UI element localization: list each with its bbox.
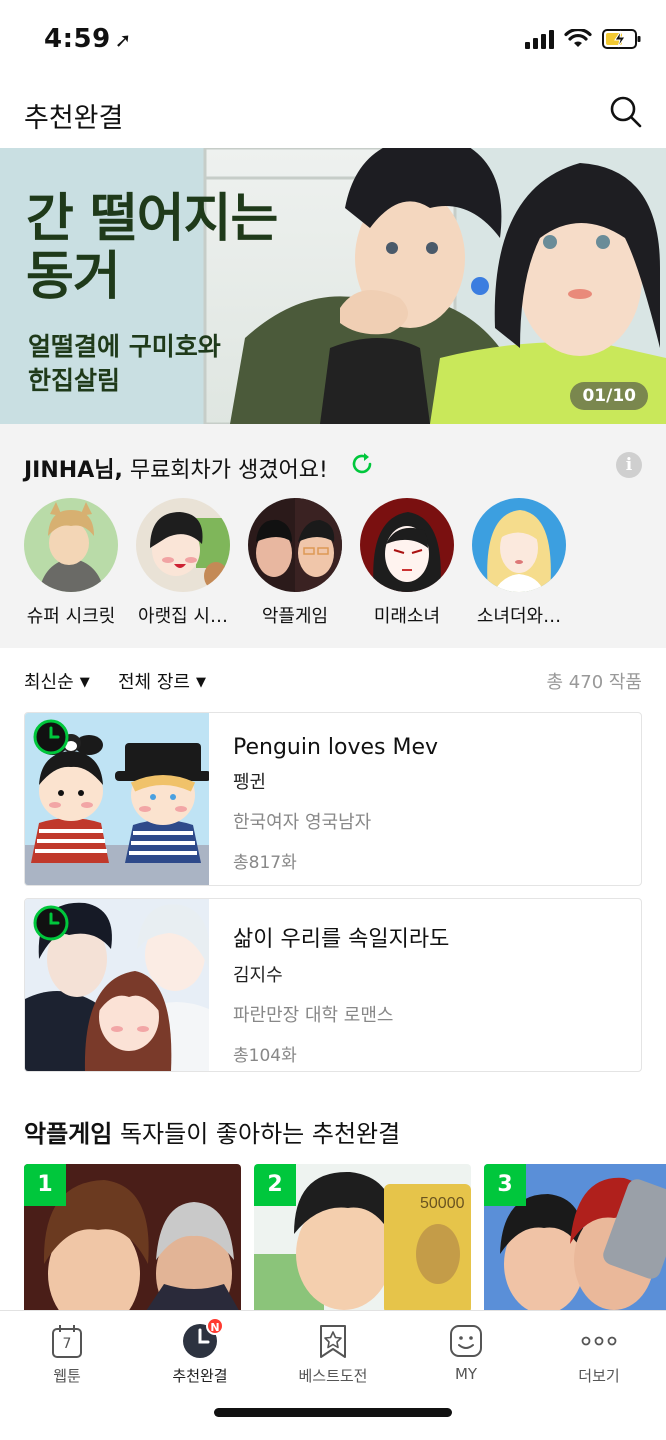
free-episodes-message: 무료회차가 생겼어요! [129,458,328,483]
recommendation-list: 1 50000 2 3 [0,1164,666,1314]
bookmark-star-icon [313,1321,353,1361]
refresh-icon [352,453,372,474]
nav-label: 더보기 [578,1367,620,1385]
recommendation-item[interactable]: 3 [484,1164,666,1314]
free-item-thumbnail [360,498,454,592]
free-item-thumbnail [136,498,230,592]
nav-item-my[interactable]: MY [411,1321,521,1383]
list-item-description: 파란만장 대학 로맨스 [233,1005,394,1026]
free-item-label: 미래소녀 [373,606,441,627]
nav-label: 베스트도전 [298,1367,368,1385]
nav-item-more[interactable]: 더보기 [544,1321,654,1386]
free-item-future-girl[interactable]: 미래소녀 [351,498,463,628]
user-name: JINHA님, [24,458,123,483]
banner-page-counter: 01/10 [570,382,648,410]
list-item-info: 삶이 우리를 속일지라도 김지수 파란만장 대학 로맨스 총104화 [233,921,449,1066]
sort-label: 최신순 [24,672,74,693]
banner-title-line1: 간 떨어지는 [26,189,278,249]
list-item[interactable]: 삶이 우리를 속일지라도 김지수 파란만장 대학 로맨스 총104화 [24,898,642,1072]
refresh-button[interactable] [350,452,374,480]
list-item-title: Penguin loves Mev [233,735,439,760]
recommendation-title-rest: 독자들이 좋아하는 추천완결 [119,1120,401,1148]
home-indicator[interactable] [214,1408,452,1417]
recommendation-item[interactable]: 1 [24,1164,241,1314]
free-item-super-secret[interactable]: 슈퍼 시크릿 [15,498,127,628]
free-item-label: 소녀더와… [476,606,562,627]
status-time: 4:59 ➚ [44,24,132,54]
list-item-thumbnail [25,713,209,885]
nav-item-completed[interactable]: N 추천완결 [145,1317,255,1386]
battery-charging-icon [602,28,642,50]
nav-label: 웹툰 [53,1367,81,1385]
calendar-icon: 7 [47,1321,87,1361]
free-item-label: 아랫집 시… [138,606,228,627]
list-item-episode-count: 총104화 [233,1046,297,1066]
banner-subtitle-line2: 한집살림 [28,366,121,395]
free-item-sonyeo-the-wa[interactable]: 소녀더와… [463,498,575,628]
search-icon [610,96,642,128]
rank-badge: 3 [484,1164,526,1206]
cellular-signal-icon [525,29,554,49]
location-arrow-icon: ➚ [114,28,132,52]
free-item-thumbnail [24,498,118,592]
banner-title-line2: 동거 [26,247,121,307]
app-header: 추천완결 [0,80,666,148]
banner-title: 간 떨어지는 동거 [26,189,278,307]
wifi-icon [564,29,592,49]
free-episodes-title: JINHA님, 무료회차가 생겼어요! [24,452,328,484]
nav-item-best-challenge[interactable]: 베스트도전 [278,1321,388,1386]
recommendation-highlight: 악플게임 [24,1120,113,1148]
rank-badge: 2 [254,1164,296,1206]
new-badge: N [206,1317,224,1335]
info-button[interactable]: i [616,452,642,478]
smiley-icon [446,1321,486,1361]
featured-banner[interactable]: 간 떨어지는 동거 얼떨결에 구미호와 한집살림 01/10 [0,148,666,424]
list-item[interactable]: Penguin loves Mev 펭귄 한국여자 영국남자 총817화 [24,712,642,886]
list-item-title: 삶이 우리를 속일지라도 [233,927,450,952]
info-icon: i [625,455,633,475]
calendar-icon-day: 7 [62,1336,72,1352]
status-bar: 4:59 ➚ [0,0,666,80]
status-icons [525,28,642,50]
nav-label: MY [454,1365,478,1383]
list-item-thumbnail [25,899,209,1071]
list-item-author: 김지수 [233,965,283,986]
free-item-downstairs[interactable]: 아랫집 시… [127,498,239,628]
filter-row: 최신순 ▼ 전체 장르 ▼ 총 470 작품 [0,664,666,698]
list-item-author: 펭귄 [233,772,267,793]
free-item-label: 슈퍼 시크릿 [26,606,116,627]
banner-subtitle-line1: 얼떨결에 구미호와 [28,332,221,361]
free-item-thumbnail [472,498,566,592]
total-count: 총 470 작품 [546,672,642,693]
caret-down-icon: ▼ [195,675,206,690]
list-item-description: 한국여자 영국남자 [233,812,372,833]
clock-icon: N [180,1317,224,1361]
nav-item-webtoon[interactable]: 7 웹툰 [12,1321,122,1386]
bottom-navigation: 7 웹툰 N 추천완결 베스트도전 MY 더보기 [0,1310,666,1440]
more-dots-icon [579,1321,619,1361]
recommendation-item[interactable]: 50000 2 [254,1164,471,1314]
banknote-text: 50000 [420,1195,465,1212]
recommendation-title: 악플게임 독자들이 좋아하는 추천완결 [24,1114,400,1149]
free-item-label: 악플게임 [261,606,329,627]
free-episodes-section: JINHA님, 무료회차가 생겼어요! i 슈퍼 시크릿 아랫집 시… 악플게임… [0,424,666,648]
list-item-info: Penguin loves Mev 펭귄 한국여자 영국남자 총817화 [233,735,438,873]
clock-badge-icon [33,905,69,941]
list-item-episode-count: 총817화 [233,853,297,873]
banner-subtitle: 얼떨결에 구미호와 한집살림 [28,330,221,398]
free-episodes-list: 슈퍼 시크릿 아랫집 시… 악플게임 미래소녀 소녀더와… [0,498,666,638]
caret-down-icon: ▼ [79,675,90,690]
genre-label: 전체 장르 [118,672,190,693]
status-time-text: 4:59 [44,24,111,54]
free-item-thumbnail [248,498,342,592]
genre-dropdown[interactable]: 전체 장르 ▼ [118,668,206,694]
nav-label: 추천완결 [172,1367,228,1385]
clock-badge-icon [33,719,69,755]
page-title: 추천완결 [24,103,124,134]
sort-dropdown[interactable]: 최신순 ▼ [24,668,90,694]
rank-badge: 1 [24,1164,66,1206]
search-button[interactable] [608,94,644,130]
free-item-akpeul-game[interactable]: 악플게임 [239,498,351,628]
